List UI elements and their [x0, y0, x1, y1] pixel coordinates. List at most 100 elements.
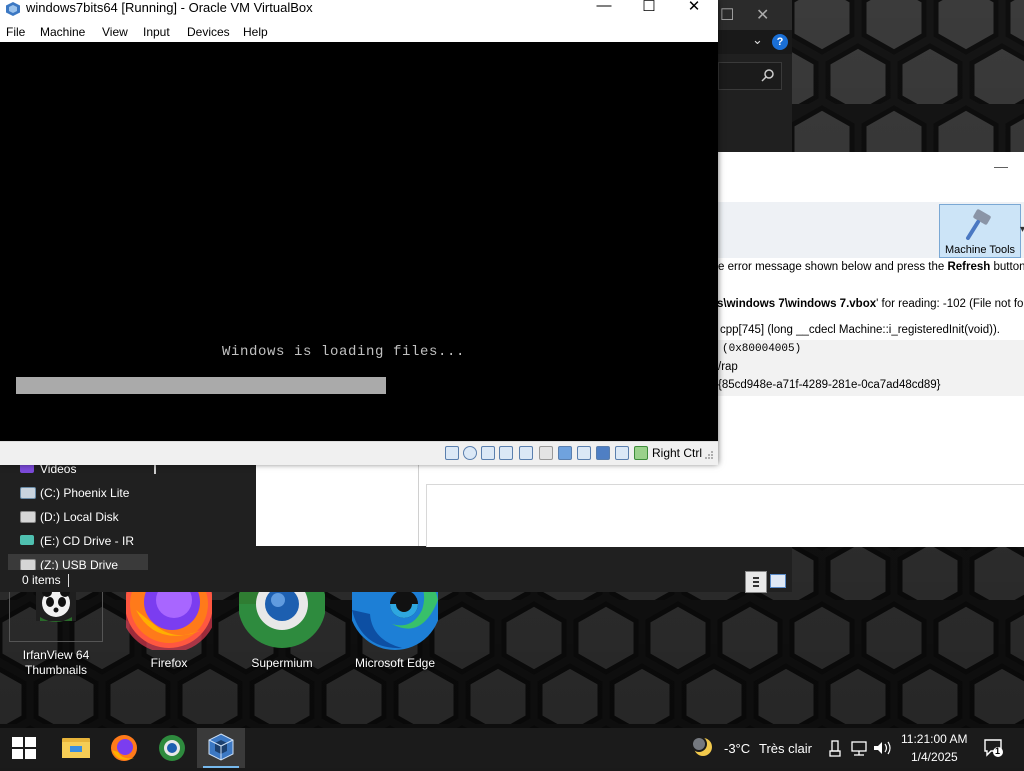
- machine-tools-button[interactable]: Machine Tools: [939, 204, 1021, 258]
- boot-message: Windows is loading files...: [222, 344, 466, 360]
- graphics-icon[interactable]: [596, 446, 610, 460]
- usb-eject-icon: [829, 740, 841, 757]
- notification-icon: [984, 739, 1003, 757]
- desktop-icon-edge[interactable]: Microsoft Edge: [343, 590, 447, 671]
- minimize-button[interactable]: —: [582, 0, 626, 19]
- vm-window-title: windows7bits64 [Running] - Oracle VM Vir…: [26, 0, 313, 15]
- error-location: cpp[745] (long __cdecl Machine::i_regist…: [720, 324, 1000, 336]
- error-file-path: s\windows 7\windows 7.vbox: [717, 298, 877, 310]
- audio-icon[interactable]: [481, 446, 495, 460]
- vm-menubar: File Machine View Input Devices Help: [0, 22, 718, 42]
- error-component: /rap: [718, 361, 738, 373]
- taskbar-supermium[interactable]: [148, 728, 196, 768]
- nav-item-d-drive[interactable]: (D:) Local Disk: [20, 510, 119, 524]
- error-result-code: (0x80004005): [722, 343, 802, 355]
- volume-icon: [874, 741, 891, 755]
- chevron-down-icon[interactable]: ⌄: [752, 32, 763, 48]
- instruction-prefix: e error message shown below and press th…: [718, 261, 948, 273]
- status-separator: [68, 574, 69, 587]
- menu-input[interactable]: Input: [143, 25, 170, 39]
- file-explorer-icon: [62, 738, 90, 758]
- desktop-icon-label: Microsoft Edge: [354, 656, 436, 670]
- explorer-search-input[interactable]: [718, 62, 782, 90]
- details-view-icon: [753, 577, 759, 587]
- hammer-icon: [966, 209, 991, 240]
- weather-condition[interactable]: Très clair: [759, 741, 812, 756]
- edge-icon: [352, 590, 438, 650]
- menu-devices[interactable]: Devices: [187, 25, 230, 39]
- taskbar-virtualbox[interactable]: [197, 728, 245, 768]
- network-icon: [851, 741, 867, 756]
- refresh-keyword: Refresh: [947, 261, 991, 273]
- menu-help[interactable]: Help: [243, 25, 268, 39]
- windows-start-icon: [12, 737, 36, 759]
- explorer-navigation-pane: Videos (C:) Phoenix Lite (D:) Local Disk…: [8, 456, 148, 572]
- explorer-close-button[interactable]: ✕: [756, 5, 769, 25]
- resize-grip-icon[interactable]: [704, 450, 714, 460]
- virtualbox-icon: [208, 733, 234, 761]
- system-tray-icons: [829, 740, 891, 757]
- instruction-suffix: button if t: [993, 261, 1024, 273]
- menu-file[interactable]: File: [6, 25, 25, 39]
- large-icons-view-button[interactable]: [770, 574, 786, 588]
- menu-view[interactable]: View: [102, 25, 128, 39]
- firefox-icon: [126, 590, 212, 650]
- close-button[interactable]: ✕: [672, 0, 716, 19]
- details-view-button[interactable]: [745, 571, 767, 593]
- start-button[interactable]: [0, 728, 48, 768]
- notification-center-button[interactable]: 1: [984, 738, 1004, 758]
- desktop-icon-label: Supermium: [251, 656, 313, 670]
- nav-item-e-drive[interactable]: (E:) CD Drive - IR: [20, 534, 134, 548]
- desktop-icon-supermium[interactable]: Supermium: [230, 590, 334, 671]
- desktop-icon-label: IrfanView 64: [22, 648, 90, 662]
- boot-progress-bar: [16, 377, 594, 394]
- virtualbox-icon: [6, 2, 20, 16]
- machine-tools-label: Machine Tools: [944, 244, 1016, 256]
- desktop-icon-firefox[interactable]: Firefox: [117, 590, 221, 671]
- nav-item-label: (C:) Phoenix Lite: [40, 486, 130, 500]
- drive-icon: [20, 511, 36, 523]
- taskbar-firefox[interactable]: [100, 728, 148, 768]
- virtualization-icon[interactable]: [615, 446, 629, 460]
- firefox-icon: [111, 735, 137, 761]
- clock-date[interactable]: 1/4/2025: [911, 750, 958, 764]
- host-key-label[interactable]: Right Ctrl: [652, 446, 702, 460]
- vm-titlebar[interactable]: windows7bits64 [Running] - Oracle VM Vir…: [0, 0, 718, 20]
- help-icon[interactable]: ?: [772, 34, 788, 50]
- error-interface-id: {85cd948e-a71f-4289-281e-0ca7ad48cd89}: [718, 379, 941, 391]
- taskbar-file-explorer[interactable]: [52, 728, 100, 768]
- supermium-icon: [159, 735, 185, 761]
- nav-item-label: (E:) CD Drive - IR: [40, 534, 134, 548]
- manager-minimize-button[interactable]: —: [994, 158, 1008, 174]
- desktop-icon-irfanview[interactable]: IrfanView 64 Thumbnails: [4, 582, 108, 678]
- optical-drive-icon[interactable]: [463, 446, 477, 460]
- nav-item-c-drive[interactable]: (C:) Phoenix Lite: [20, 486, 130, 500]
- shared-folders-icon[interactable]: [539, 446, 553, 460]
- display-icon[interactable]: [558, 446, 572, 460]
- error-file-reason: ' for reading: -102 (File not fo: [876, 298, 1024, 310]
- drive-icon: [20, 487, 36, 499]
- weather-temperature[interactable]: -3°C: [724, 741, 750, 756]
- error-file-message: s\windows 7\windows 7.vbox' for reading:…: [717, 298, 1023, 310]
- hard-disk-icon[interactable]: [445, 446, 459, 460]
- video-capture-icon[interactable]: [577, 446, 591, 460]
- explorer-restore-button[interactable]: ☐: [720, 5, 734, 25]
- error-instruction-text: e error message shown below and press th…: [718, 261, 1024, 273]
- vm-display[interactable]: Windows is loading files...: [0, 42, 718, 441]
- mouse-integration-icon[interactable]: [634, 446, 648, 460]
- clock-time[interactable]: 11:21:00 AM: [901, 732, 968, 746]
- desktop-icon-label: Thumbnails: [24, 663, 88, 677]
- weather-moon-icon[interactable]: [692, 736, 714, 758]
- supermium-icon: [239, 590, 325, 650]
- maximize-button[interactable]: ☐: [627, 0, 671, 19]
- network-icon[interactable]: [499, 446, 513, 460]
- vm-window: windows7bits64 [Running] - Oracle VM Vir…: [0, 0, 718, 465]
- search-icon: [761, 69, 774, 82]
- chevron-down-icon[interactable]: ▾: [1020, 224, 1024, 235]
- menu-machine[interactable]: Machine: [40, 25, 85, 39]
- desktop-icon-label: Firefox: [150, 656, 188, 670]
- item-count: 0 items: [22, 573, 61, 587]
- boot-progress-fill: [16, 377, 386, 394]
- usb-icon[interactable]: [519, 446, 533, 460]
- nav-item-label: (D:) Local Disk: [40, 510, 119, 524]
